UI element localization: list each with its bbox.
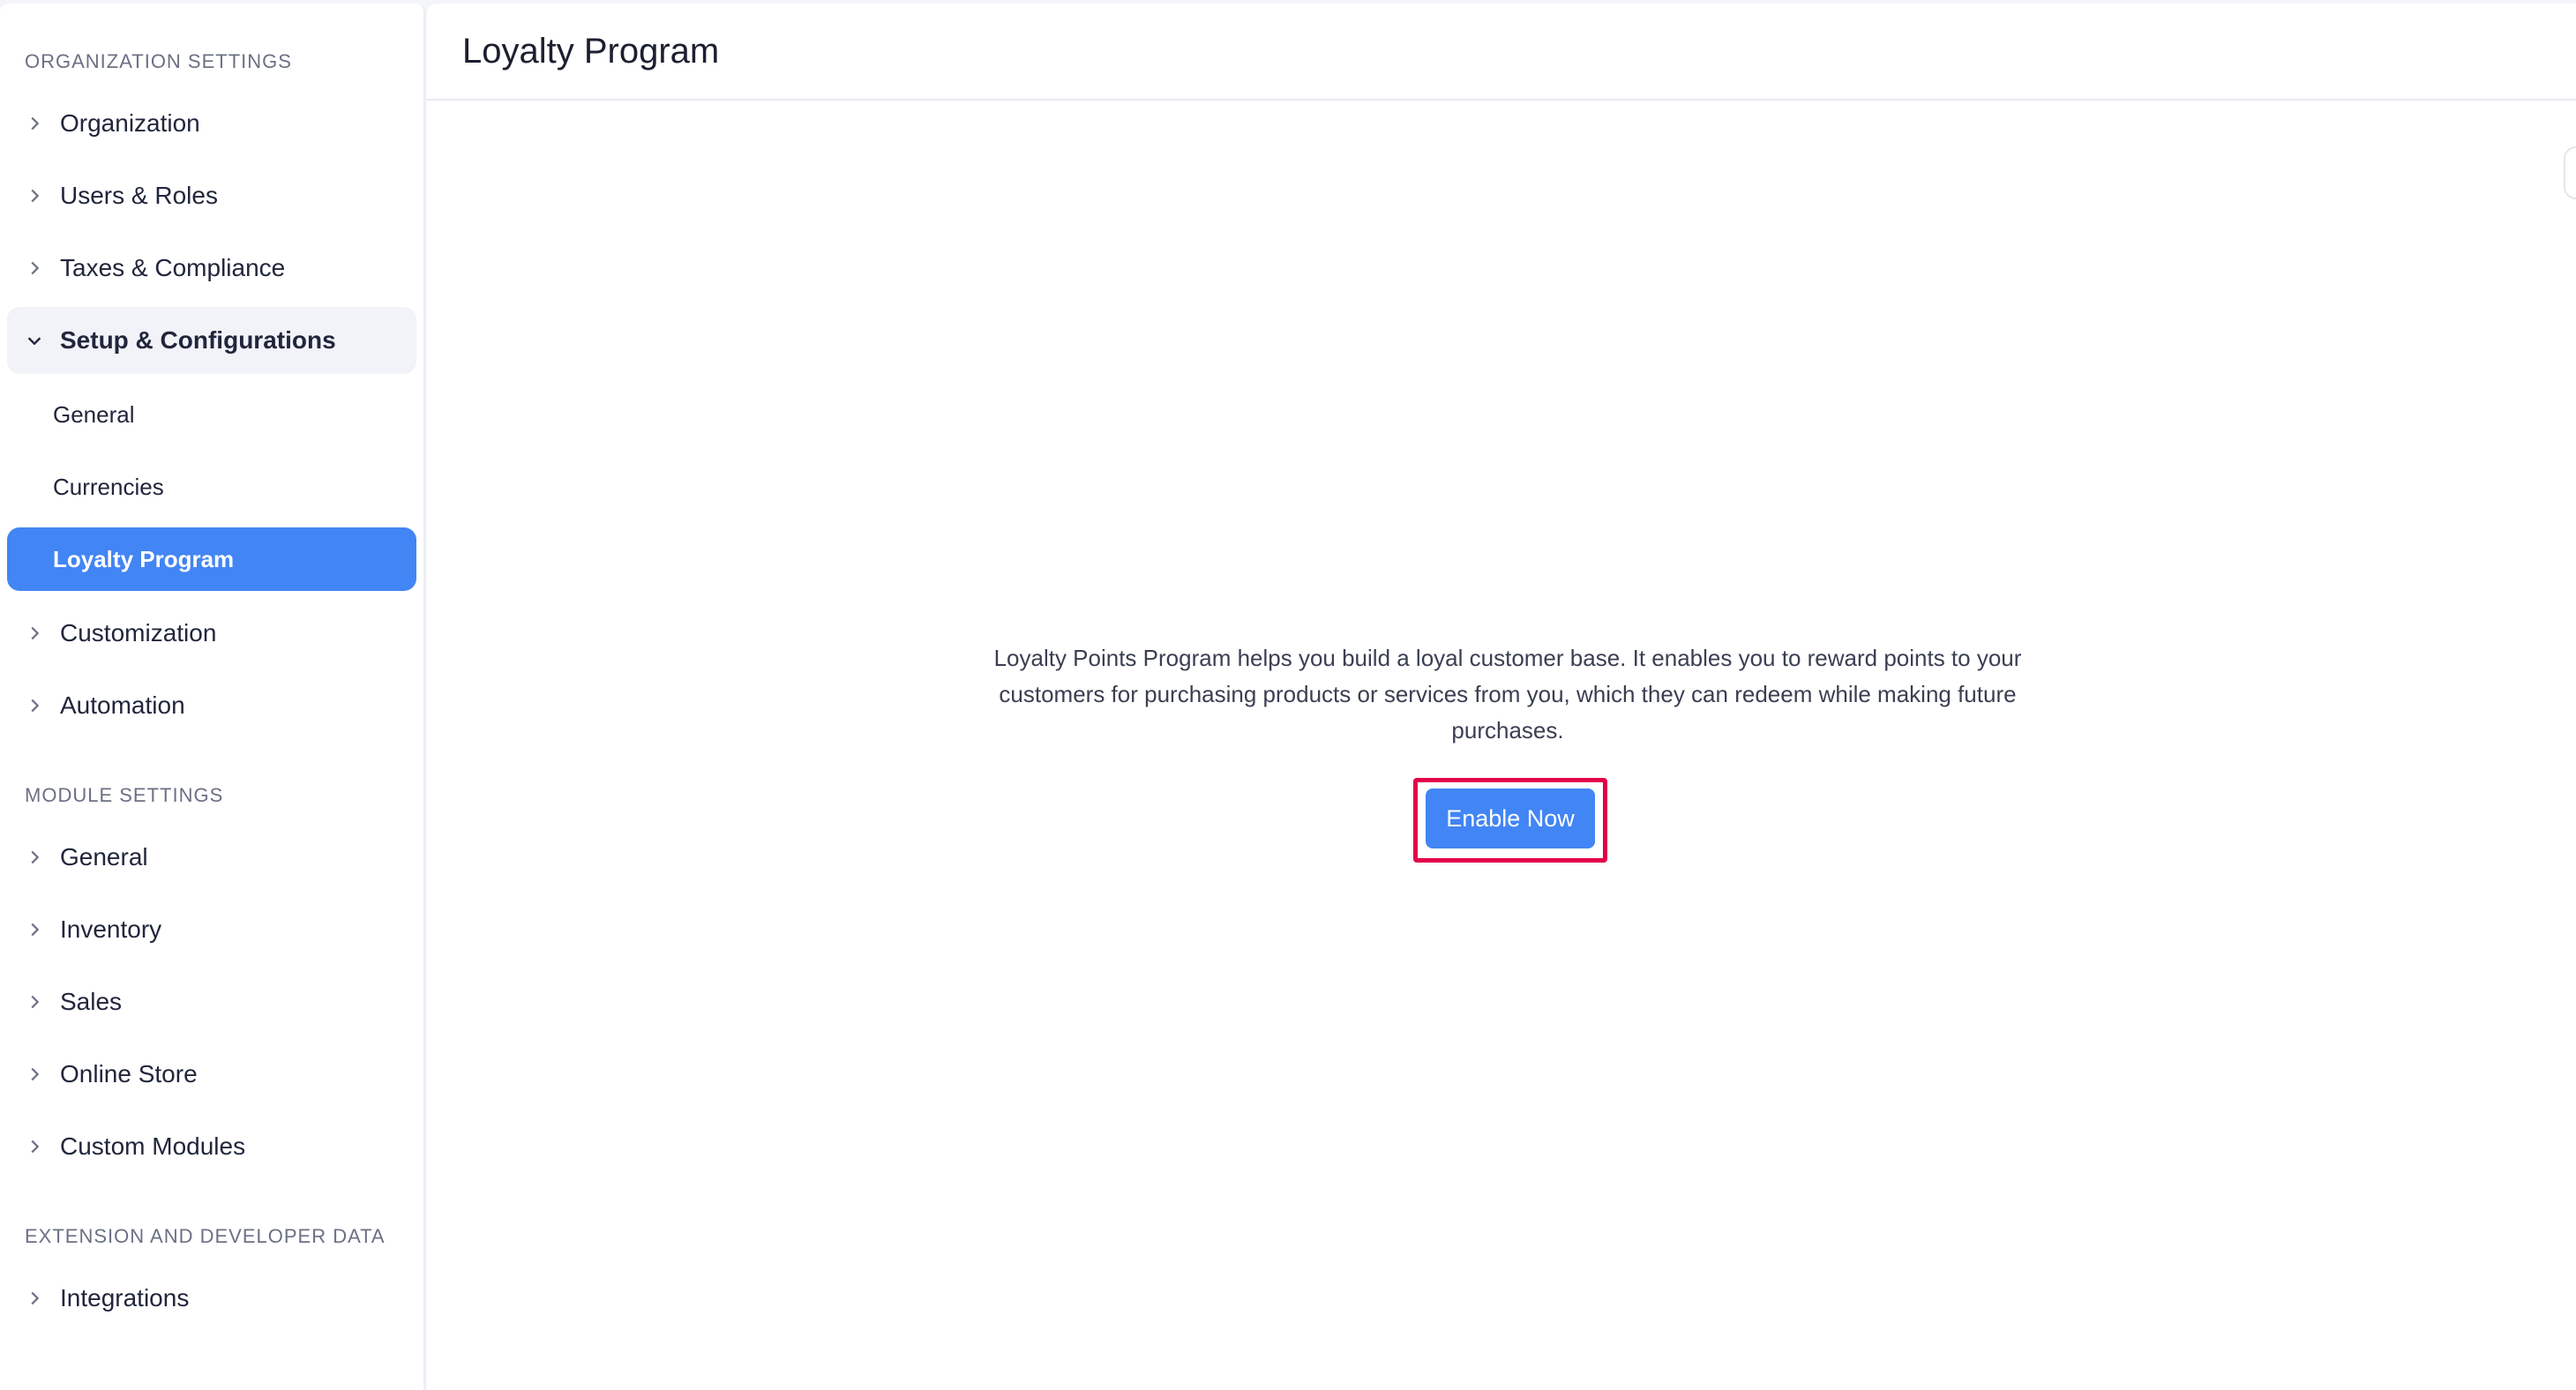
sidebar-item-integrations[interactable]: Integrations — [7, 1265, 416, 1332]
sidebar-item-label: Organization — [60, 109, 200, 137]
page-header: Loyalty Program — [427, 4, 2576, 101]
sidebar-subitem-loyalty-program[interactable]: Loyalty Program — [7, 527, 416, 591]
chevron-right-icon — [31, 995, 40, 1009]
sidebar-item-inventory[interactable]: Inventory — [7, 896, 416, 963]
sidebar-item-label: Online Store — [60, 1060, 198, 1087]
chevron-right-icon — [31, 1140, 40, 1154]
sidebar-item-module-general[interactable]: General — [7, 824, 416, 891]
sidebar-subitem-general[interactable]: General — [7, 383, 416, 446]
section-title-module-settings: MODULE SETTINGS — [25, 784, 224, 806]
section-title-organization-settings: ORGANIZATION SETTINGS — [25, 50, 292, 72]
sidebar-item-taxes-compliance[interactable]: Taxes & Compliance — [7, 235, 416, 302]
chevron-down-icon — [27, 337, 41, 346]
sidebar-item-organization[interactable]: Organization — [7, 90, 416, 157]
section-title-extension-developer-data: EXTENSION AND DEVELOPER DATA — [25, 1225, 386, 1247]
sidebar-item-label: Inventory — [60, 915, 162, 943]
main-panel: Loyalty Program Loyalty Points Program h… — [427, 4, 2576, 1390]
chevron-right-icon — [31, 1067, 40, 1081]
sidebar-item-label: Customization — [60, 619, 217, 646]
sidebar-subitem-currencies[interactable]: Currencies — [7, 455, 416, 519]
chevron-right-icon — [31, 189, 40, 203]
settings-sidebar: ORGANIZATION SETTINGS Organization Users… — [0, 4, 425, 1390]
chevron-right-icon — [31, 626, 40, 640]
chevron-right-icon — [31, 923, 40, 937]
sidebar-item-label: Sales — [60, 988, 123, 1015]
chevron-right-icon — [31, 1291, 40, 1305]
sidebar-item-label: General — [60, 843, 148, 871]
enable-now-button[interactable]: Enable Now — [1426, 788, 1595, 848]
chevron-right-icon — [31, 699, 40, 713]
sidebar-item-label: Taxes & Compliance — [60, 254, 286, 281]
sidebar-item-customization[interactable]: Customization — [7, 600, 416, 667]
app-window: ORGANIZATION SETTINGS Organization Users… — [0, 0, 2576, 1390]
sidebar-item-users-roles[interactable]: Users & Roles — [7, 162, 416, 229]
chevron-right-icon — [31, 850, 40, 864]
sidebar-item-label: Automation — [60, 691, 185, 719]
page-title: Loyalty Program — [462, 31, 720, 71]
sidebar-item-automation[interactable]: Automation — [7, 672, 416, 739]
sidebar-item-custom-modules[interactable]: Custom Modules — [7, 1113, 416, 1180]
sidebar-item-label: Setup & Configurations — [60, 326, 336, 354]
loyalty-description: Loyalty Points Program helps you build a… — [993, 645, 2022, 744]
sidebar-item-online-store[interactable]: Online Store — [7, 1041, 416, 1108]
loyalty-empty-state: Loyalty Points Program helps you build a… — [427, 102, 2576, 1390]
sidebar-item-label: Integrations — [60, 1284, 190, 1312]
sidebar-item-sales[interactable]: Sales — [7, 968, 416, 1035]
sidebar-item-label: Custom Modules — [60, 1132, 246, 1160]
sidebar-item-label: Users & Roles — [60, 182, 218, 209]
chevron-right-icon — [31, 261, 40, 275]
sidebar-item-setup-configurations[interactable]: Setup & Configurations — [7, 307, 416, 374]
chevron-right-icon — [31, 116, 40, 131]
